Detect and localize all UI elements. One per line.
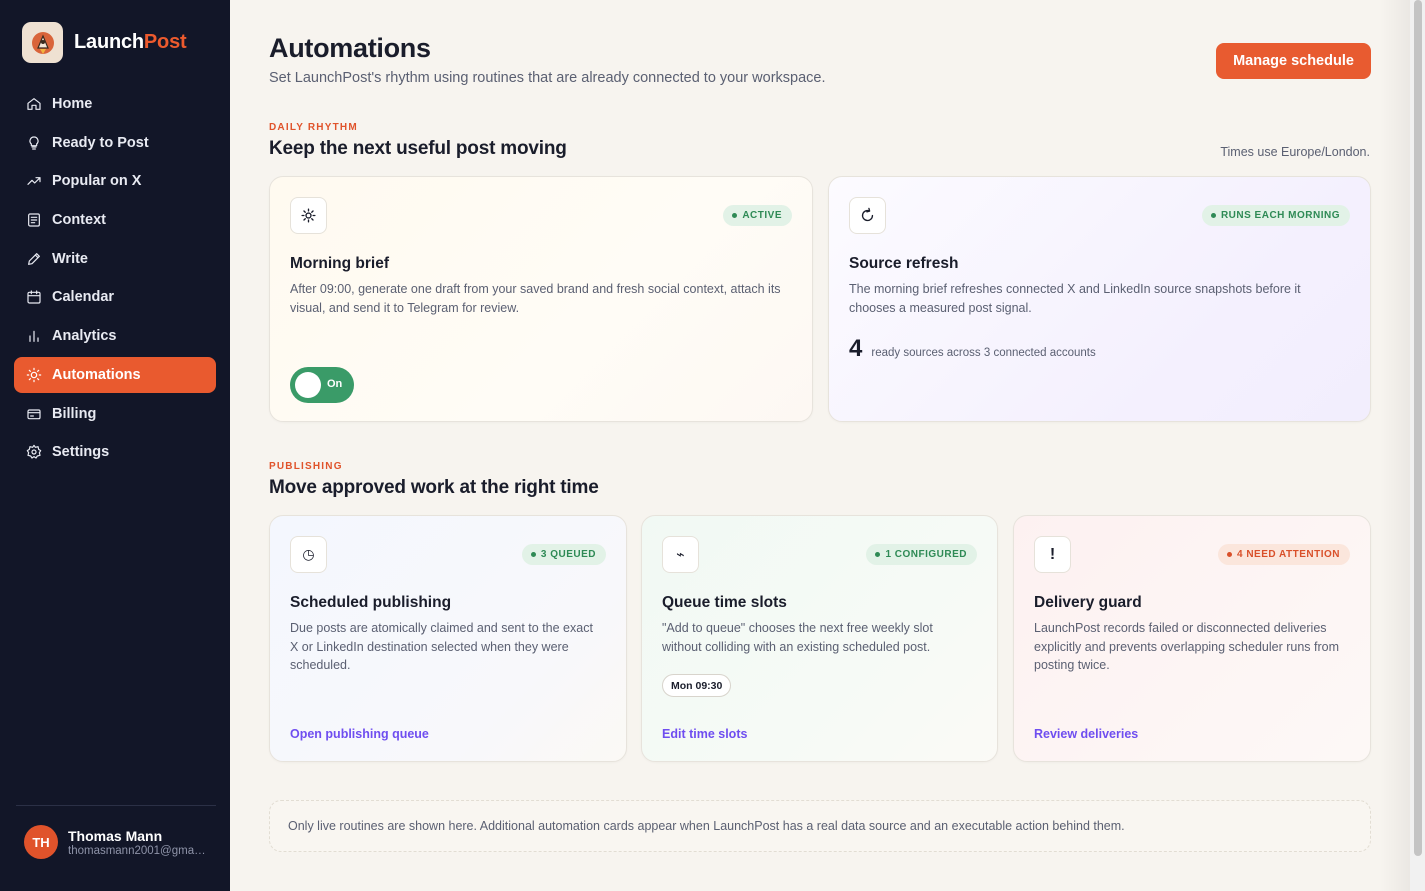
status-badge: ACTIVE — [723, 205, 792, 226]
sidebar-item-calendar[interactable]: Calendar — [14, 279, 216, 315]
card-title: Delivery guard — [1034, 594, 1142, 611]
review-deliveries-link[interactable]: Review deliveries — [1034, 727, 1138, 741]
stat-label: ready sources across 3 connected account… — [871, 347, 1096, 359]
rocket-logo-icon — [22, 22, 63, 63]
card-description: After 09:00, generate one draft from you… — [290, 282, 781, 315]
manage-schedule-button[interactable]: Manage schedule — [1216, 43, 1371, 79]
gear-icon — [26, 444, 42, 460]
refresh-icon — [849, 197, 886, 234]
scheduled-publishing-card: ◷ 3 QUEUED Scheduled publishing Due post… — [269, 515, 627, 762]
publishing-kicker: PUBLISHING — [269, 461, 343, 472]
source-refresh-card: RUNS EACH MORNING Source refresh The mor… — [828, 176, 1371, 422]
card-description: Due posts are atomically claimed and sen… — [290, 621, 593, 672]
sidebar-item-label: Billing — [52, 405, 97, 422]
sidebar-item-label: Analytics — [52, 328, 117, 345]
footnote: Only live routines are shown here. Addit… — [269, 800, 1371, 852]
card-title: Scheduled publishing — [290, 594, 452, 611]
time-slot-pill[interactable]: Mon 09:30 — [662, 674, 732, 697]
user-profile[interactable]: TH Thomas Mann thomasmann2001@gmai... — [24, 825, 206, 859]
sidebar-item-analytics[interactable]: Analytics — [14, 318, 216, 354]
sun-icon — [290, 197, 327, 234]
status-badge: 3 QUEUED — [521, 544, 606, 565]
document-icon — [26, 212, 42, 228]
morning-brief-card: ACTIVE Morning brief After 09:00, genera… — [269, 176, 813, 422]
bar-chart-icon — [26, 328, 42, 344]
sidebar-item-billing[interactable]: Billing — [14, 396, 216, 432]
user-name: Thomas Mann — [68, 827, 163, 844]
scrollbar-thumb[interactable] — [1414, 0, 1422, 856]
sidebar-divider — [16, 805, 216, 806]
sidebar-item-ready-to-post[interactable]: Ready to Post — [14, 125, 216, 161]
sidebar: LaunchPost Home Ready to Post Popular on… — [0, 0, 230, 891]
status-badge: 4 NEED ATTENTION — [1217, 544, 1350, 565]
avatar: TH — [24, 825, 58, 859]
card-icon — [26, 406, 42, 422]
ready-sources-stat: 4 ready sources across 3 connected accou… — [849, 335, 1096, 363]
trending-up-icon — [26, 173, 42, 189]
calendar-icon — [26, 289, 42, 305]
sidebar-item-popular-on-x[interactable]: Popular on X — [14, 163, 216, 199]
sidebar-item-label: Home — [52, 96, 93, 112]
card-description: The morning brief refreshes connected X … — [849, 282, 1301, 315]
scroll-shade — [1380, 0, 1410, 891]
publishing-title: Move approved work at the right time — [269, 477, 599, 498]
stat-value: 4 — [849, 335, 863, 362]
card-title: Queue time slots — [662, 594, 787, 611]
page-title: Automations — [269, 33, 431, 63]
sidebar-item-write[interactable]: Write — [14, 241, 216, 277]
sidebar-item-label: Context — [52, 212, 106, 229]
brand[interactable]: LaunchPost — [22, 22, 187, 63]
edit-time-slots-link[interactable]: Edit time slots — [662, 727, 747, 741]
timezone-note: Times use Europe/London. — [1220, 145, 1370, 159]
card-title: Morning brief — [290, 255, 390, 272]
sun-icon — [26, 367, 42, 383]
sidebar-item-label: Calendar — [52, 289, 115, 306]
sidebar-item-settings[interactable]: Settings — [14, 434, 216, 470]
home-icon — [26, 96, 42, 112]
exclamation-icon: ! — [1034, 536, 1071, 573]
pencil-icon — [26, 251, 42, 267]
user-email: thomasmann2001@gmai... — [68, 844, 206, 857]
sidebar-item-label: Ready to Post — [52, 134, 149, 151]
sidebar-nav: Home Ready to Post Popular on X Context … — [14, 86, 216, 473]
sidebar-item-label: Settings — [52, 444, 110, 461]
card-description: "Add to queue" chooses the next free wee… — [662, 621, 933, 654]
brand-name: LaunchPost — [74, 31, 187, 53]
sidebar-item-label: Popular on X — [52, 173, 142, 190]
sidebar-item-automations[interactable]: Automations — [14, 356, 216, 393]
queue-time-slots-card: ⌁ 1 CONFIGURED Queue time slots "Add to … — [641, 515, 998, 762]
lightbulb-icon — [26, 135, 42, 151]
page-subtitle: Set LaunchPost's rhythm using routines t… — [269, 70, 826, 86]
sidebar-item-context[interactable]: Context — [14, 202, 216, 238]
sidebar-item-label: Write — [52, 250, 88, 267]
status-badge: 1 CONFIGURED — [866, 544, 977, 565]
sidebar-item-home[interactable]: Home — [14, 86, 216, 122]
lightning-icon: ⌁ — [662, 536, 699, 573]
open-publishing-queue-link[interactable]: Open publishing queue — [290, 727, 429, 741]
toggle-label: On — [327, 378, 343, 390]
card-description: LaunchPost records failed or disconnecte… — [1034, 621, 1340, 672]
daily-rhythm-title: Keep the next useful post moving — [269, 138, 567, 159]
card-title: Source refresh — [849, 255, 959, 272]
status-badge: RUNS EACH MORNING — [1201, 205, 1350, 226]
daily-rhythm-kicker: DAILY RHYTHM — [269, 122, 358, 133]
morning-brief-toggle[interactable]: On — [290, 367, 354, 403]
delivery-guard-card: ! 4 NEED ATTENTION Delivery guard Launch… — [1013, 515, 1371, 762]
clock-icon: ◷ — [290, 536, 327, 573]
toggle-knob — [295, 372, 321, 398]
sidebar-item-label: Automations — [52, 366, 141, 383]
